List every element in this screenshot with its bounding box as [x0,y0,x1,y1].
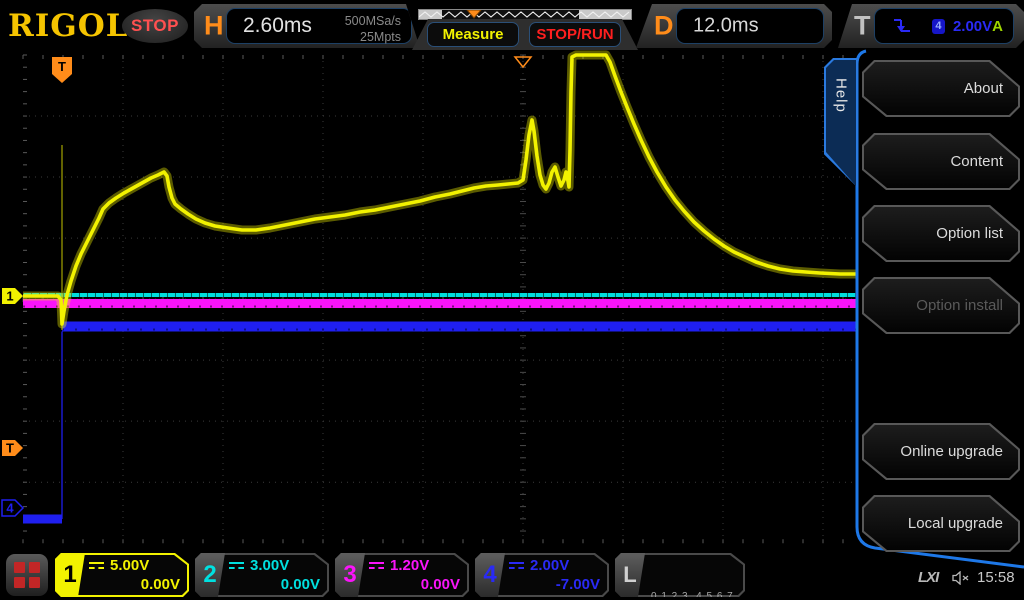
trigger-level-value: 2.00V [953,18,992,35]
dc-coupling-icon [369,562,384,569]
horizontal-group[interactable]: H 2.60ms 500MSa/s 25Mpts [194,4,420,48]
h-label: H [204,11,224,42]
trigger-source-badge: 4 [932,19,945,34]
menu-button-label: About [964,80,1018,97]
logic-row-1: 0 1 2 3 4 5 6 7 [651,589,739,600]
status-area: LXI 15:58 [0,569,1024,589]
menu-button-local-upgrade[interactable]: Local upgrade [862,495,1020,552]
rigol-logo: RIGOL [8,8,129,44]
d-label: D [654,11,674,42]
sound-muted-icon [952,571,970,585]
memory-waveform-zigzag [419,10,631,19]
delay-field[interactable]: 12.0ms [676,8,824,44]
bottom-bar: 1 5.00V 0.00V 2 3.00V 0.00V 3 1.20V 0. [0,552,1024,600]
menu-button-option-install[interactable]: Option install [862,277,1020,334]
svg-text:1: 1 [6,289,13,304]
stop-run-button[interactable]: STOP/RUN [529,22,621,47]
dc-coupling-icon [229,562,244,569]
memory-depth: 25Mpts [345,29,401,45]
horizontal-position-indicator[interactable] [418,9,632,20]
delay-group[interactable]: D 12.0ms [636,4,832,48]
dc-coupling-icon [509,562,524,569]
trigger-group[interactable]: T 4 2.00V A [838,4,1024,48]
acquisition-info: 500MSa/s 25Mpts [345,13,401,46]
delay-value: 12.0ms [693,15,759,38]
sample-rate: 500MSa/s [345,13,401,29]
menu-button-online-upgrade[interactable]: Online upgrade [862,423,1020,480]
clock: 15:58 [977,569,1015,586]
t-label: T [854,11,871,42]
menu-button-label: Online upgrade [900,443,1018,460]
lxi-logo: LXI [918,569,938,586]
trigger-field[interactable]: 4 2.00V A [874,8,1014,44]
menu-button-label: Content [950,153,1018,170]
svg-text:T: T [58,59,66,74]
menu-button-about[interactable]: About [862,60,1020,117]
menu-button-label: Option list [936,225,1018,242]
timebase-value: 2.60ms [243,14,312,38]
acquisition-status-badge: STOP [122,9,188,43]
top-bar: RIGOL STOP H 2.60ms 500MSa/s 25Mpts Meas… [0,0,1024,50]
trigger-mode: A [992,18,1003,35]
menu-button-content[interactable]: Content [862,133,1020,190]
oscilloscope-screen: RIGOL STOP H 2.60ms 500MSa/s 25Mpts Meas… [0,0,1024,600]
menu-button-label: Local upgrade [908,515,1018,532]
falling-edge-icon [891,15,910,37]
svg-text:4: 4 [6,501,14,516]
svg-text:T: T [6,441,14,456]
dc-coupling-icon [89,562,104,569]
menu-button-option-list[interactable]: Option list [862,205,1020,262]
help-tab-label: Help [833,78,850,113]
timebase-field[interactable]: 2.60ms 500MSa/s 25Mpts [226,8,412,44]
measure-button[interactable]: Measure [427,22,519,47]
menu-button-label: Option install [916,297,1018,314]
